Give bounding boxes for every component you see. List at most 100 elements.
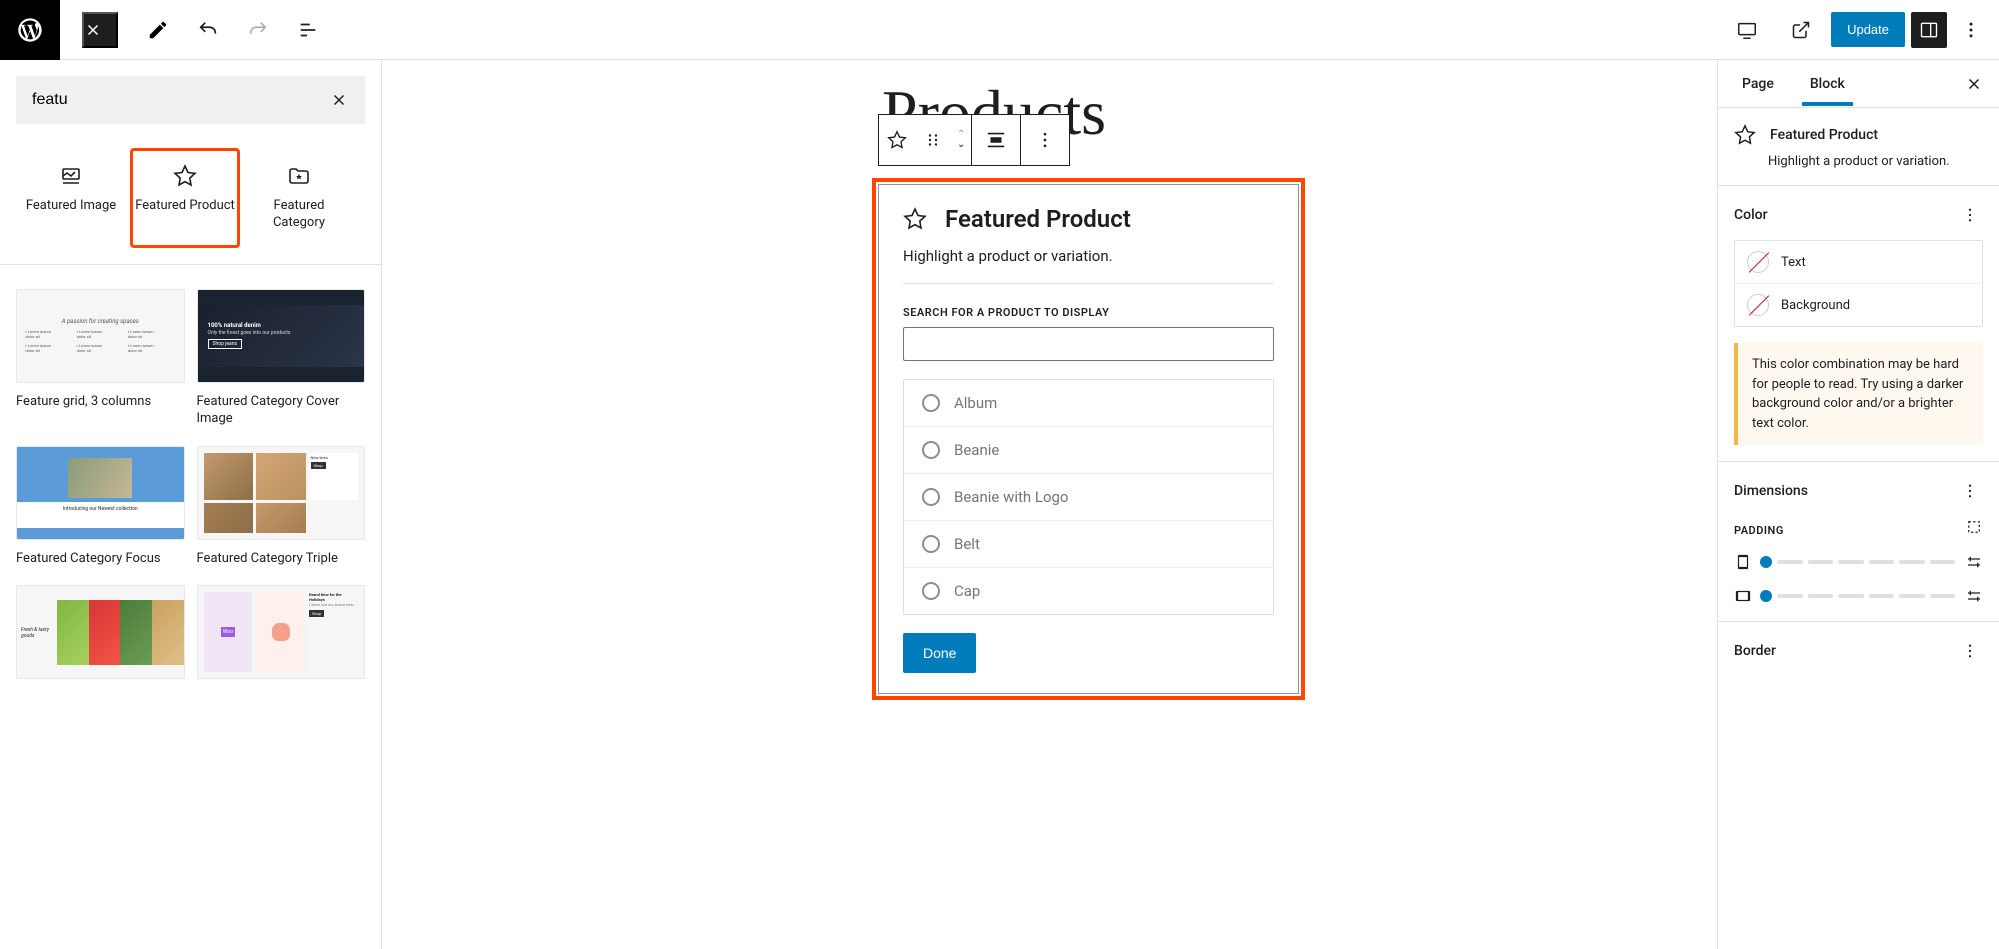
move-down-icon[interactable]: ⌄	[957, 140, 965, 150]
radio-icon	[922, 535, 940, 553]
unlink-sides-icon[interactable]	[1965, 518, 1983, 536]
pattern-preview: Woo Brand New for the HolidaysCheck out …	[197, 585, 366, 679]
padding-slider[interactable]	[1762, 590, 1955, 602]
pattern-label: Feature grid, 3 columns	[16, 393, 185, 411]
pattern-item[interactable]: New linesShop Featured Category Triple	[197, 446, 366, 568]
padding-horizontal-control[interactable]	[1734, 587, 1983, 605]
block-title: Featured Product	[945, 205, 1131, 233]
product-name: Beanie	[954, 441, 999, 459]
pattern-item[interactable]: A passion for creating spaces ▪ Lorem ip…	[16, 289, 185, 428]
dimensions-heading: Dimensions	[1734, 483, 1808, 499]
featured-image-icon	[59, 164, 83, 188]
radio-icon	[922, 488, 940, 506]
sidebar-block-name: Featured Product	[1770, 127, 1878, 143]
document-overview-button[interactable]	[284, 6, 332, 54]
block-toolbar: ⌃ ⌄	[878, 114, 1070, 166]
block-label: Featured Product	[135, 198, 235, 215]
update-button[interactable]: Update	[1831, 12, 1905, 47]
pattern-preview: 100% natural denimOnly the finest goes i…	[197, 289, 366, 383]
undo-button[interactable]	[184, 6, 232, 54]
product-option[interactable]: Belt	[904, 521, 1273, 568]
color-label: Background	[1781, 298, 1850, 313]
product-option[interactable]: Album	[904, 380, 1273, 427]
settings-sidebar: Page Block Featured Product Highlight a …	[1717, 60, 1999, 949]
wordpress-logo[interactable]	[0, 0, 60, 60]
featured-product-block[interactable]: Featured Product Highlight a product or …	[872, 178, 1305, 700]
drag-handle-icon[interactable]	[915, 115, 951, 165]
color-heading: Color	[1734, 207, 1768, 223]
color-label: Text	[1781, 255, 1806, 270]
editor-canvas: Products ◆ G ⌃ ⌄	[382, 60, 1717, 949]
block-search-box	[16, 76, 365, 124]
product-name: Cap	[954, 582, 980, 600]
padding-label: PADDING	[1734, 524, 1784, 537]
done-button[interactable]: Done	[903, 633, 976, 673]
pattern-item[interactable]: Introducing our Newest collection Featur…	[16, 446, 185, 568]
star-icon	[1734, 124, 1756, 146]
star-icon	[903, 207, 927, 231]
edit-tools-button[interactable]	[134, 6, 182, 54]
tab-page[interactable]: Page	[1734, 62, 1782, 106]
radio-icon	[922, 582, 940, 600]
product-list: Album Beanie Beanie with Logo Belt Cap	[903, 379, 1274, 615]
padding-vertical-control[interactable]	[1734, 553, 1983, 571]
sidebar-tabs: Page Block	[1718, 60, 1999, 108]
product-search-input[interactable]	[903, 327, 1274, 361]
padding-slider[interactable]	[1762, 556, 1955, 568]
block-featured-category[interactable]: Featured Category	[244, 148, 354, 248]
horizontal-axis-icon	[1734, 587, 1752, 605]
block-description: Highlight a product or variation.	[903, 247, 1274, 284]
pattern-preview: New linesShop	[197, 446, 366, 540]
swatch-icon	[1747, 251, 1769, 273]
block-featured-image[interactable]: Featured Image	[16, 148, 126, 248]
block-label: Featured Category	[248, 198, 350, 232]
external-preview-button[interactable]	[1777, 6, 1825, 54]
product-option[interactable]: Cap	[904, 568, 1273, 614]
pattern-label: Featured Category Focus	[16, 550, 185, 568]
pattern-item[interactable]: Woo Brand New for the HolidaysCheck out …	[197, 585, 366, 689]
product-name: Album	[954, 394, 997, 412]
custom-value-icon[interactable]	[1965, 587, 1983, 605]
pattern-preview: A passion for creating spaces ▪ Lorem ip…	[16, 289, 185, 383]
tab-block[interactable]: Block	[1802, 62, 1853, 106]
folder-star-icon	[287, 164, 311, 188]
swatch-icon	[1747, 294, 1769, 316]
block-label: Featured Image	[26, 198, 116, 215]
border-options-button[interactable]	[1957, 638, 1983, 664]
color-background-row[interactable]: Background	[1735, 283, 1982, 326]
vertical-axis-icon	[1734, 553, 1752, 571]
product-option[interactable]: Beanie with Logo	[904, 474, 1273, 521]
product-name: Belt	[954, 535, 980, 553]
sidebar-block-desc: Highlight a product or variation.	[1768, 154, 1983, 169]
product-option[interactable]: Beanie	[904, 427, 1273, 474]
pattern-label: Featured Category Triple	[197, 550, 366, 568]
block-featured-product[interactable]: Featured Product	[130, 148, 240, 248]
border-heading: Border	[1734, 643, 1776, 659]
redo-button[interactable]	[234, 6, 282, 54]
color-text-row[interactable]: Text	[1735, 241, 1982, 283]
pattern-label: Featured Category Cover Image	[197, 393, 366, 428]
dimensions-options-button[interactable]	[1957, 478, 1983, 504]
move-arrows[interactable]: ⌃ ⌄	[951, 126, 971, 154]
pattern-item[interactable]: 100% natural denimOnly the finest goes i…	[197, 289, 366, 428]
radio-icon	[922, 441, 940, 459]
more-options-button[interactable]	[1953, 6, 1989, 54]
star-icon	[173, 164, 197, 188]
radio-icon	[922, 394, 940, 412]
align-button[interactable]	[972, 115, 1020, 165]
contrast-warning: This color combination may be hard for p…	[1734, 343, 1983, 445]
product-name: Beanie with Logo	[954, 488, 1069, 506]
custom-value-icon[interactable]	[1965, 553, 1983, 571]
view-button[interactable]	[1723, 6, 1771, 54]
product-search-label: SEARCH FOR A PRODUCT TO DISPLAY	[903, 306, 1274, 319]
clear-search-button[interactable]	[321, 82, 357, 118]
close-sidebar-button[interactable]	[1965, 75, 1983, 93]
close-inserter-button[interactable]	[82, 12, 118, 48]
color-options-button[interactable]	[1957, 202, 1983, 228]
settings-sidebar-toggle[interactable]	[1911, 12, 1947, 48]
top-toolbar: Update	[0, 0, 1999, 60]
block-options-button[interactable]	[1021, 115, 1069, 165]
block-search-input[interactable]	[32, 91, 321, 109]
block-type-icon[interactable]	[879, 115, 915, 165]
pattern-item[interactable]: Fresh & tasty goods	[16, 585, 185, 689]
